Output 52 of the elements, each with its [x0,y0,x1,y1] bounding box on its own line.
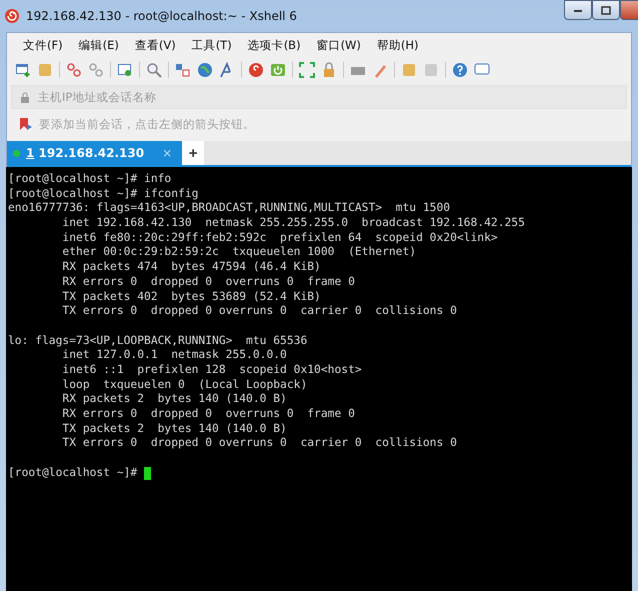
info-text: 要添加当前会话，点击左侧的箭头按钮。 [39,116,255,132]
spiral-icon[interactable] [248,62,264,78]
menu-item[interactable]: 工具(T) [186,38,238,52]
terminal-line: inet 127.0.0.1 netmask 255.0.0.0 [61,348,288,363]
minimize-icon [573,7,583,13]
terminal-line: TX packets 402 bytes 53689 (52.4 KiB) [61,290,322,304]
terminal-line: inet6 ::1 prefixlen 128 scopeid 0x10<host> [61,362,363,378]
terminal-line: inet6 fe80::20c:29ff:feb2:592c prefixlen 64 scopeid 0x20<link> [61,230,499,246]
unlink-icon[interactable] [88,62,104,78]
address-field[interactable]: 主机IP地址或会话名称 [11,85,627,109]
lock-icon [20,92,30,103]
terminal-line: eno16777736: flags=4163<UP,BROADCAST,RUNNING,MULTICAST> mtu 1500 [8,201,452,216]
maximize-icon [601,6,611,14]
bookmark-arrow-icon[interactable] [19,117,33,131]
menu-item[interactable]: 选项卡(B) [242,38,307,52]
close-button[interactable] [620,0,638,20]
terminal-line: RX packets 2 bytes 140 (140.0 B) [61,392,288,407]
menu-item[interactable]: 查看(V) [128,38,182,52]
maximize-button[interactable] [592,0,620,20]
menu-item[interactable]: 窗口(W) [310,38,367,52]
new-window-icon[interactable] [15,62,31,78]
lock-icon[interactable] [321,62,337,78]
terminal-line: [root@localhost ~]# info [8,172,172,187]
layout-icon[interactable] [175,62,191,78]
terminal-line: TX packets 2 bytes 140 (140.0 B) [61,422,288,436]
terminal-line: lo: flags=73<UP,LOOPBACK,RUNNING> mtu 65536 [8,334,308,348]
minimize-button[interactable] [564,0,592,20]
new-tab-button[interactable]: + [182,141,204,165]
session-tab[interactable]: 1 192.168.42.130 × [7,141,182,165]
menu-item[interactable]: 文件(F) [17,38,69,52]
terminal-line: [root@localhost ~]# ifconfig [8,186,200,202]
menu-item[interactable]: 帮助(H) [370,38,425,52]
help-icon[interactable] [452,62,468,78]
globe-icon[interactable] [197,62,213,78]
terminal-line: TX errors 0 dropped 0 overruns 0 carrier 0 collisions 0 [61,304,458,319]
terminal-line: RX errors 0 dropped 0 overruns 0 frame 0 [61,274,356,290]
terminal-line: RX packets 474 bytes 47594 (46.4 KiB) [61,260,322,275]
search-icon[interactable] [146,62,162,78]
terminal-line: ether 00:0c:29:b2:59:2c txqueuelen 1000 (Ethernet) [61,245,418,260]
window-title: 192.168.42.130 - root@localhost:~ - Xshell 6 [26,9,298,23]
link-icon[interactable] [66,62,82,78]
terminal-line: loop txqueuelen 0 (Local Loopback) [61,378,308,392]
terminal-line: RX errors 0 dropped 0 overruns 0 frame 0 [61,407,356,422]
pen-icon[interactable] [372,62,388,78]
spiral-logo-icon [4,8,20,24]
window-gear-icon[interactable] [117,62,133,78]
terminal-line: [root@localhost ~]# [8,466,138,480]
terminal-line: TX errors 0 dropped 0 overruns 0 carrier 0 collisions 0 [61,436,458,452]
fullscreen-icon[interactable] [299,62,315,78]
menu-item[interactable]: 编辑(E) [72,38,125,52]
terminal-line: inet 192.168.42.130 netmask 255.255.255.0 broadcast 192.168.42.255 [61,216,526,231]
power-icon[interactable] [270,62,286,78]
